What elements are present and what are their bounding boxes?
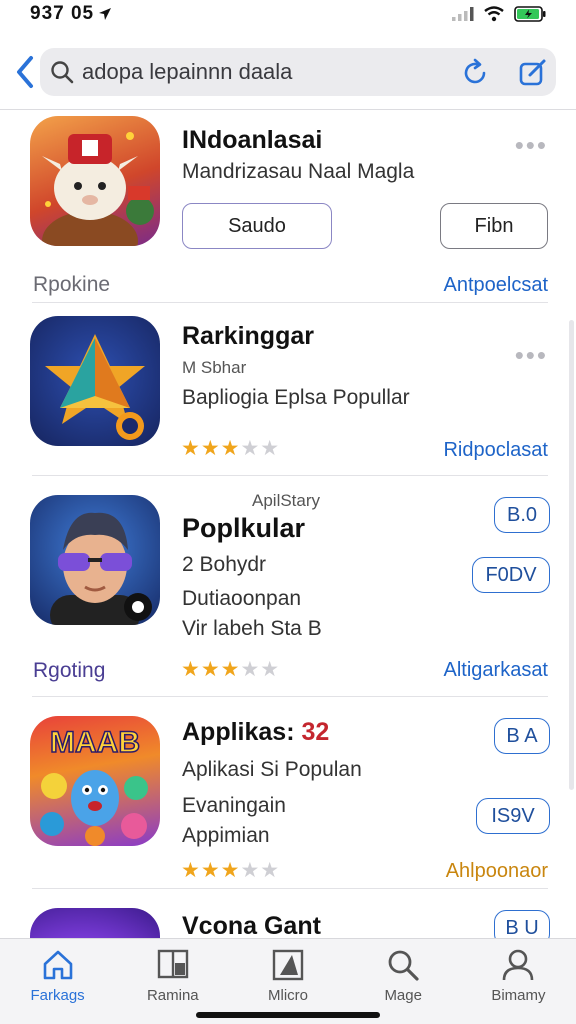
price-badge[interactable]: B.0 <box>494 497 550 533</box>
chevron-left-icon[interactable] <box>12 54 38 90</box>
app-meta: M Sbhar <box>182 358 247 377</box>
category-link[interactable]: Altigarkasat <box>444 659 549 682</box>
status-bar: 937 05 <box>0 0 576 28</box>
divider <box>32 696 548 697</box>
refresh-icon[interactable] <box>460 58 490 88</box>
app-description-line: Evaningain <box>182 794 286 817</box>
star-pyramid-image <box>45 334 145 440</box>
category-label: Rgoting <box>33 659 106 682</box>
scroll-indicator[interactable] <box>569 320 574 790</box>
wifi-icon <box>484 6 504 22</box>
app-title[interactable]: Applikas: 32 <box>182 718 329 747</box>
battery-icon <box>514 6 546 22</box>
more-icon[interactable]: ••• <box>515 340 548 371</box>
app-subtitle: Aplikasi Si Populan <box>182 758 362 781</box>
tab-label: Bimamy <box>491 987 546 1004</box>
app-icon[interactable] <box>30 908 160 938</box>
monsters-image: MAAB <box>40 725 148 846</box>
star-rating: ★★★★★ <box>181 437 281 460</box>
app-subtitle: 2 Bohydr <box>182 553 267 576</box>
status-time: 937 05 <box>30 3 112 25</box>
divider <box>32 302 548 303</box>
location-arrow-icon <box>99 8 112 20</box>
avatar-image <box>50 512 152 625</box>
more-icon[interactable]: ••• <box>515 130 548 161</box>
get-button[interactable]: IS9V <box>476 798 550 834</box>
app-icon[interactable]: MAAB <box>30 716 160 846</box>
tab-label: Mage <box>384 987 422 1004</box>
app-title[interactable]: Vcona Gant <box>182 912 321 938</box>
app-title[interactable]: Poplkular <box>182 513 305 544</box>
home-icon <box>43 950 72 980</box>
divider <box>32 888 548 889</box>
app-description-line: Vir labeh Sta B <box>182 617 322 640</box>
book-icon <box>157 949 188 979</box>
search-icon <box>51 61 74 84</box>
app-title[interactable]: INdoanlasai <box>182 126 322 155</box>
category-link[interactable]: Antpoelcsat <box>443 274 548 297</box>
app-icon[interactable] <box>30 316 160 446</box>
tab-farkags[interactable]: Farkags <box>0 939 115 1024</box>
app-caption: ApilStary <box>252 491 321 510</box>
icon-lettering: MAAB <box>50 726 140 759</box>
app-description-line: Appimian <box>182 824 270 847</box>
app-description-line: Dutiaoonpan <box>182 587 302 610</box>
app-title[interactable]: Rarkinggar <box>182 322 314 351</box>
price-badge[interactable]: B A <box>494 718 550 754</box>
search-icon <box>388 950 419 981</box>
divider <box>32 475 548 476</box>
cellular-signal-icon <box>452 7 474 21</box>
category-label: Rpokine <box>33 273 111 296</box>
secondary-button[interactable]: Fibn <box>440 203 548 249</box>
tab-bar: Farkags Ramina Mlicro Mage Bimamy <box>0 938 576 1024</box>
search-query: adopa lepainnn daala <box>82 59 293 84</box>
app-subtitle: Bapliogia Eplsa Popullar <box>182 386 410 409</box>
tab-bimamy[interactable]: Bimamy <box>461 939 576 1024</box>
category-link[interactable]: Ahlpoonaor <box>446 860 548 883</box>
clock-text: 937 05 <box>30 3 95 24</box>
app-icon[interactable] <box>30 495 160 625</box>
tab-label: Mlicro <box>268 987 308 1004</box>
profile-icon <box>503 949 534 981</box>
mascot-image <box>42 132 154 246</box>
category-link[interactable]: Ridpoclasat <box>443 439 548 462</box>
tab-label: Ramina <box>146 987 199 1004</box>
edit-icon[interactable] <box>518 58 548 88</box>
document-icon <box>272 949 304 981</box>
search-header: adopa lepainnn daala <box>0 36 576 110</box>
app-title-number: 32 <box>301 718 330 746</box>
tab-label: Farkags <box>30 987 85 1004</box>
app-title-text: Applikas: <box>182 718 295 746</box>
primary-button[interactable]: Saudo <box>182 203 332 249</box>
app-list: INdoanlasai Mandrizasau Naal Magla ••• S… <box>0 110 576 938</box>
price-badge[interactable]: B U <box>494 910 550 938</box>
star-rating: ★★★★★ <box>181 859 281 882</box>
get-button[interactable]: F0DV <box>472 557 550 593</box>
star-rating: ★★★★★ <box>181 658 281 681</box>
home-indicator[interactable] <box>196 1012 380 1018</box>
app-subtitle: Mandrizasau Naal Magla <box>182 160 415 183</box>
app-icon[interactable] <box>30 116 160 246</box>
